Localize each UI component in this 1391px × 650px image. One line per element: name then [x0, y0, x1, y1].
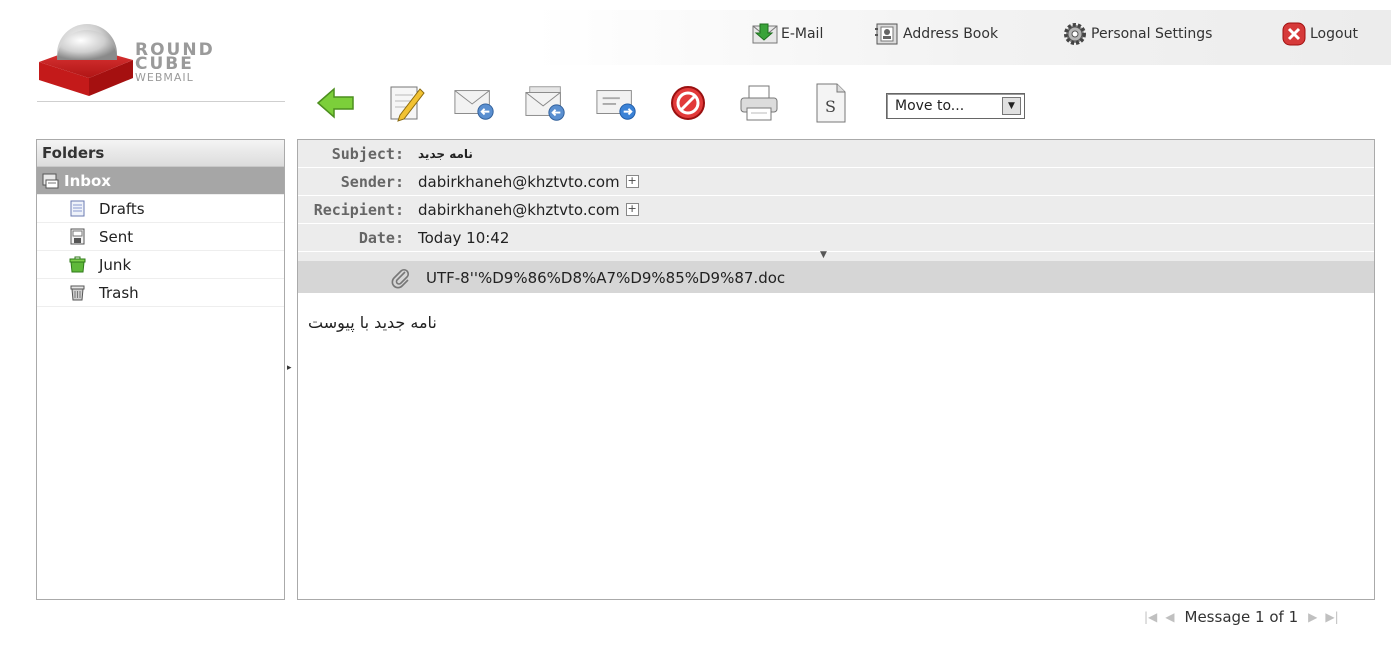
sender-label: Sender: — [340, 172, 404, 191]
header-row-sender: Sender: dabirkhaneh@khztvto.com + — [298, 168, 1374, 196]
previous-page-icon[interactable]: ◀ — [1165, 610, 1174, 624]
attachment-row: UTF-8''%D9%86%D8%A7%D9%85%D9%87.doc — [298, 262, 1374, 293]
delete-button[interactable] — [666, 80, 710, 126]
reply-icon — [454, 90, 494, 120]
pane-resizer-handle[interactable]: ▸ — [287, 363, 292, 373]
print-button[interactable] — [737, 80, 781, 126]
next-page-icon[interactable]: ▶ — [1308, 610, 1317, 624]
roundcube-logo-icon — [39, 22, 133, 96]
folder-label-trash: Trash — [99, 283, 139, 302]
folder-item-inbox[interactable]: Inbox — [37, 167, 284, 195]
inbox-icon — [42, 172, 59, 189]
add-sender-contact-button[interactable]: + — [625, 175, 639, 188]
nav-email[interactable]: E-Mail — [752, 20, 823, 48]
folder-label-drafts: Drafts — [99, 199, 145, 218]
subject-label: Subject: — [331, 144, 404, 163]
junk-icon — [69, 256, 86, 273]
date-value: Today 10:42 — [418, 228, 510, 247]
paperclip-icon — [390, 267, 412, 289]
compose-button[interactable] — [384, 80, 428, 126]
chevron-down-icon[interactable]: ▼ — [1002, 97, 1021, 115]
reply-all-icon — [525, 86, 565, 121]
chevron-down-icon[interactable]: ▼ — [820, 250, 827, 260]
drafts-icon — [69, 200, 86, 217]
back-button[interactable] — [314, 80, 358, 126]
message-preview: Subject: نامه جدید Sender: dabirkhaneh@k… — [297, 139, 1375, 600]
logo-line-3: WEBMAIL — [135, 71, 194, 84]
print-icon — [740, 85, 778, 121]
forward-button[interactable] — [595, 80, 639, 126]
folder-label-inbox: Inbox — [64, 171, 111, 190]
header-row-subject: Subject: نامه جدید — [298, 140, 1374, 168]
message-body: نامه جدید با پیوست — [308, 313, 437, 332]
nav-email-label: E-Mail — [781, 26, 824, 42]
date-label: Date: — [358, 228, 404, 247]
nav-address-book[interactable]: Address Book — [874, 20, 998, 48]
move-to-select[interactable]: Move to... ▼ — [886, 93, 1025, 119]
nav-personal-settings[interactable]: Personal Settings — [1062, 20, 1212, 48]
folder-label-junk: Junk — [99, 255, 132, 274]
first-page-icon[interactable]: |◀ — [1144, 610, 1157, 624]
logo-wordmark: ROUND CUBE WEBMAIL — [135, 42, 215, 85]
recipient-label: Recipient: — [313, 200, 404, 219]
message-pager: |◀ ◀ Message 1 of 1 ▶ ▶| — [1140, 606, 1343, 628]
sender-value[interactable]: dabirkhaneh@khztvto.com — [418, 173, 620, 191]
move-to-label: Move to... — [895, 98, 965, 114]
folder-item-drafts[interactable]: Drafts — [37, 195, 284, 223]
folders-title: Folders — [37, 140, 284, 167]
subject-value: نامه جدید — [418, 146, 473, 161]
folder-item-sent[interactable]: Sent — [37, 223, 284, 251]
compose-icon — [390, 86, 425, 122]
forward-icon — [596, 90, 636, 120]
trash-icon — [69, 284, 86, 301]
headers-toggle[interactable]: ▼ — [298, 250, 1374, 262]
folder-list: Folders Inbox Drafts Sent Junk Trash — [36, 139, 285, 600]
nav-logout[interactable]: Logout — [1281, 20, 1358, 48]
reply-button[interactable] — [453, 80, 497, 126]
header-row-recipient: Recipient: dabirkhaneh@khztvto.com + — [298, 196, 1374, 224]
view-source-icon: S — [816, 83, 846, 123]
reply-all-button[interactable] — [524, 80, 568, 126]
logout-icon — [1281, 22, 1307, 46]
header-row-date: Date: Today 10:42 — [298, 224, 1374, 252]
gear-icon — [1062, 22, 1088, 46]
recipient-value[interactable]: dabirkhaneh@khztvto.com — [418, 201, 620, 219]
nav-address-book-label: Address Book — [903, 26, 999, 42]
source-button[interactable]: S — [809, 80, 853, 126]
last-page-icon[interactable]: ▶| — [1325, 610, 1338, 624]
svg-text:S: S — [825, 97, 836, 116]
add-recipient-contact-button[interactable]: + — [625, 203, 639, 216]
nav-logout-label: Logout — [1310, 26, 1358, 42]
back-arrow-icon — [316, 87, 354, 119]
nav-personal-settings-label: Personal Settings — [1091, 26, 1213, 42]
delete-icon — [671, 86, 705, 120]
address-book-icon — [874, 22, 900, 46]
folder-item-junk[interactable]: Junk — [37, 251, 284, 279]
attachment-link[interactable]: UTF-8''%D9%86%D8%A7%D9%85%D9%87.doc — [426, 269, 785, 287]
folder-item-trash[interactable]: Trash — [37, 279, 284, 307]
pager-text: Message 1 of 1 — [1184, 608, 1299, 626]
folder-label-sent: Sent — [99, 227, 134, 246]
email-icon — [752, 22, 778, 46]
logo-divider — [37, 101, 285, 102]
sent-icon — [69, 228, 86, 245]
